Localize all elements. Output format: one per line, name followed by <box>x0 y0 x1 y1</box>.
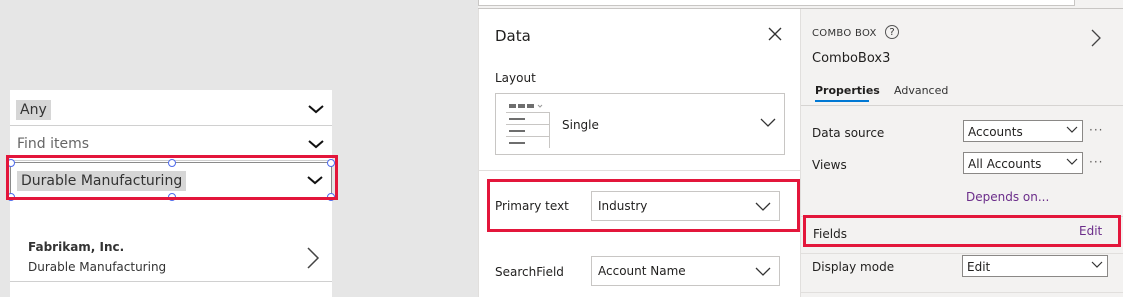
views-dropdown[interactable]: All Accounts <box>963 152 1083 174</box>
data-panel: Data Layout Single Primary text Industry… <box>478 9 801 297</box>
depends-on-link[interactable]: Depends on... <box>966 190 1049 204</box>
display-mode-value: Edit <box>967 260 991 274</box>
search-field-label: SearchField <box>495 265 564 279</box>
views-label: Views <box>812 158 847 172</box>
more-options-icon[interactable]: ··· <box>1089 155 1103 169</box>
divider <box>801 292 1123 293</box>
properties-panel: COMBO BOX ? ComboBox3 Properties Advance… <box>800 9 1123 297</box>
layout-dropdown[interactable]: Single <box>495 93 785 155</box>
close-icon[interactable] <box>768 27 782 41</box>
display-mode-dropdown[interactable]: Edit <box>962 255 1108 277</box>
data-source-label: Data source <box>812 126 885 140</box>
highlight-primary-text <box>487 179 800 232</box>
help-icon[interactable]: ? <box>885 25 899 39</box>
divider <box>801 105 1123 106</box>
gallery-item-subtitle: Durable Manufacturing <box>28 260 167 274</box>
chevron-right-icon[interactable] <box>306 246 320 270</box>
highlight-combo-box <box>6 155 338 200</box>
chevron-down-icon <box>308 105 324 114</box>
gallery-item[interactable]: Fabrikam, Inc. Durable Manufacturing <box>10 226 332 282</box>
gallery-item-title: Fabrikam, Inc. <box>28 240 125 254</box>
layout-thumbnail-icon <box>506 104 550 148</box>
divider <box>479 170 801 171</box>
layout-value: Single <box>562 118 599 132</box>
formula-bar-edge <box>478 0 1075 6</box>
more-options-icon[interactable]: ··· <box>1089 123 1103 137</box>
chevron-down-icon <box>1091 261 1103 268</box>
data-source-dropdown[interactable]: Accounts <box>963 120 1083 142</box>
combo-box-any[interactable]: Any <box>10 92 332 126</box>
chevron-down-icon <box>1066 126 1078 133</box>
chevron-down-icon <box>1066 158 1078 165</box>
control-name: ComboBox3 <box>812 51 891 66</box>
tab-underline <box>815 100 869 102</box>
chevron-down-icon <box>308 140 324 149</box>
tab-advanced[interactable]: Advanced <box>894 84 948 97</box>
display-mode-label: Display mode <box>812 260 895 274</box>
chevron-down-icon <box>755 267 771 276</box>
tab-properties[interactable]: Properties <box>815 84 880 97</box>
control-type-label: COMBO BOX <box>812 28 877 39</box>
search-field-value: Account Name <box>598 264 686 278</box>
chevron-down-icon <box>760 118 776 127</box>
layout-label: Layout <box>495 71 536 85</box>
selected-tag: Any <box>16 100 51 120</box>
combo-placeholder: Find items <box>17 136 90 152</box>
data-source-value: Accounts <box>968 125 1023 139</box>
highlight-fields <box>803 215 1121 247</box>
search-field-dropdown[interactable]: Account Name <box>591 256 780 286</box>
views-value: All Accounts <box>968 157 1042 171</box>
chevron-right-icon[interactable] <box>1091 29 1101 47</box>
panel-title: Data <box>495 27 531 45</box>
